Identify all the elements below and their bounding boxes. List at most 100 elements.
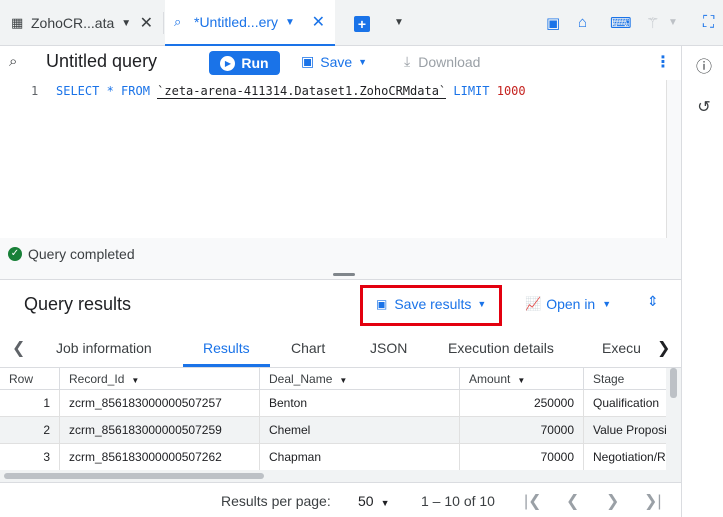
- tab-execution-details[interactable]: Execution details: [448, 340, 554, 356]
- cell-row: 2: [0, 417, 60, 444]
- tab-zohocrm-table[interactable]: ▦ ZohoCR...ata ▼ ✕: [0, 0, 163, 46]
- table-vertical-scrollbar[interactable]: [666, 368, 681, 482]
- prev-page-icon[interactable]: ❮: [566, 491, 579, 511]
- table-icon: ▦: [11, 15, 24, 30]
- right-side-rail: ⓘ ↺: [681, 46, 723, 517]
- results-table: Row Record_Id ▼ Deal_Name ▼ Amount ▼ Stage …: [0, 368, 666, 482]
- sort-arrow-icon[interactable]: ▼: [131, 376, 139, 385]
- query-icon: ⌕: [9, 53, 18, 70]
- download-label: Download: [418, 53, 481, 70]
- tab-menu-chevron-icon[interactable]: ▼: [394, 17, 404, 28]
- sort-arrow-icon[interactable]: ▼: [517, 376, 525, 385]
- column-header-label: Amount: [469, 372, 511, 386]
- sql-keyword: LIMIT: [446, 84, 497, 98]
- table-row[interactable]: 1 zcrm_856183000000507257 Benton 250000 …: [0, 390, 666, 417]
- info-icon[interactable]: ⓘ: [694, 58, 714, 78]
- save-results-button[interactable]: ▣ Save results ▼: [376, 296, 486, 312]
- cell-amount: 70000: [460, 444, 584, 471]
- column-header-deal-name[interactable]: Deal_Name ▼: [260, 368, 460, 390]
- tab-chart[interactable]: Chart: [291, 340, 325, 356]
- save-button[interactable]: ▣ Save ▼: [301, 53, 367, 70]
- first-page-icon[interactable]: |❮: [524, 491, 542, 511]
- tab-results[interactable]: Results: [203, 340, 250, 356]
- tab-json[interactable]: JSON: [370, 340, 407, 356]
- magic-wand-icon[interactable]: ⚚: [646, 14, 659, 32]
- chevron-right-icon[interactable]: ❯: [657, 338, 670, 358]
- more-options-icon[interactable]: ⋮: [655, 52, 671, 72]
- chevron-down-icon[interactable]: ▼: [121, 18, 131, 29]
- sql-table-ref[interactable]: `zeta-arena-411314.Dataset1.ZohoCRMdata`: [157, 84, 447, 99]
- table-horizontal-scrollbar[interactable]: [0, 470, 666, 482]
- sql-code-line[interactable]: SELECT * FROM `zeta-arena-411314.Dataset…: [56, 84, 526, 99]
- line-number: 1: [31, 84, 39, 98]
- chevron-down-icon[interactable]: ▼: [668, 17, 678, 28]
- editor-tab-bar: ▦ ZohoCR...ata ▼ ✕ ⌕ *Untitled...ery ▼ ✕…: [0, 0, 723, 46]
- active-tab-indicator: [183, 364, 270, 367]
- open-in-label: Open in: [546, 296, 596, 312]
- save-icon: ▣: [376, 297, 388, 311]
- fullscreen-icon[interactable]: ⛶: [703, 14, 714, 32]
- column-header-amount[interactable]: Amount ▼: [460, 368, 584, 390]
- chevron-down-icon: ▼: [380, 498, 390, 508]
- chevron-down-icon: ▼: [358, 56, 368, 67]
- run-button[interactable]: ▶ Run: [209, 51, 280, 75]
- close-icon[interactable]: ✕: [140, 13, 153, 33]
- scrollbar-thumb[interactable]: [670, 368, 677, 398]
- cell-row: 1: [0, 390, 60, 417]
- schedule-icon[interactable]: ▣: [546, 14, 560, 32]
- column-header-label: Deal_Name: [269, 372, 333, 386]
- last-page-icon[interactable]: ❯|: [644, 491, 662, 511]
- download-button[interactable]: ⤓ Download: [404, 53, 480, 70]
- home-icon[interactable]: ⌂: [578, 14, 587, 31]
- page-size-select[interactable]: 50 ▼: [358, 493, 390, 509]
- history-icon[interactable]: ↺: [694, 98, 714, 118]
- query-status-bar: ✓ Query completed: [0, 238, 681, 270]
- status-text: Query completed: [28, 246, 135, 262]
- cell-deal-name: Benton: [260, 390, 460, 417]
- results-header: Query results ▣ Save results ▼ 📈 Open in…: [0, 281, 681, 327]
- scrollbar-thumb[interactable]: [4, 473, 264, 479]
- new-tab-button[interactable]: +: [354, 16, 370, 32]
- column-header-label: Stage: [593, 372, 625, 386]
- keyboard-icon[interactable]: ⌨: [610, 14, 632, 32]
- next-page-icon[interactable]: ❯: [606, 491, 619, 511]
- cell-stage: Negotiation/R: [593, 450, 666, 464]
- pane-splitter[interactable]: [0, 270, 681, 280]
- open-in-button[interactable]: 📈 Open in ▼: [525, 296, 611, 312]
- run-label: Run: [241, 55, 269, 71]
- save-label: Save: [320, 53, 353, 70]
- results-per-page-label: Results per page:: [221, 493, 331, 509]
- sql-number: 1000: [496, 84, 526, 98]
- page-range: 1 – 10 of 10: [421, 493, 495, 509]
- close-icon[interactable]: ✕: [312, 12, 325, 32]
- column-header-stage[interactable]: Stage: [584, 368, 666, 390]
- column-header-label: Row: [9, 372, 34, 386]
- cell-record-id: zcrm_856183000000507262: [60, 444, 260, 471]
- query-toolbar: ⌕ Untitled query ▶ Run ▣ Save ▼ ⤓ Downlo…: [0, 46, 681, 80]
- editor-scrollbar[interactable]: [666, 80, 681, 238]
- chevron-down-icon: ▼: [602, 299, 612, 309]
- column-header-record-id[interactable]: Record_Id ▼: [60, 368, 260, 390]
- cell-amount: 70000: [460, 417, 584, 444]
- table-row[interactable]: 2 zcrm_856183000000507259 Chemel 70000 V…: [0, 417, 666, 444]
- query-icon: ⌕: [174, 14, 182, 29]
- tab-execution-graph[interactable]: Execu: [602, 340, 641, 356]
- tab-untitled-query[interactable]: ⌕ *Untitled...ery ▼ ✕: [165, 0, 335, 46]
- check-circle-icon: ✓: [8, 247, 22, 261]
- play-icon: ▶: [220, 55, 236, 71]
- cell-record-id: zcrm_856183000000507259: [60, 417, 260, 444]
- sort-arrow-icon[interactable]: ▼: [339, 376, 347, 385]
- drag-handle-icon[interactable]: [333, 273, 355, 276]
- cell-amount: 250000: [460, 390, 584, 417]
- cell-stage: Value Proposi: [593, 423, 666, 437]
- cell-deal-name: Chapman: [260, 444, 460, 471]
- editor-gutter: 1: [0, 80, 56, 238]
- chevron-down-icon[interactable]: ▼: [285, 17, 295, 28]
- tab-job-information[interactable]: Job information: [56, 340, 152, 356]
- table-row[interactable]: 3 zcrm_856183000000507262 Chapman 70000 …: [0, 444, 666, 471]
- chevron-left-icon[interactable]: ❮: [12, 338, 25, 358]
- expand-vertical-icon[interactable]: ⇕: [647, 293, 659, 310]
- cell-row: 3: [0, 444, 60, 471]
- sql-editor[interactable]: 1 SELECT * FROM `zeta-arena-411314.Datas…: [0, 80, 666, 238]
- results-title: Query results: [24, 294, 132, 314]
